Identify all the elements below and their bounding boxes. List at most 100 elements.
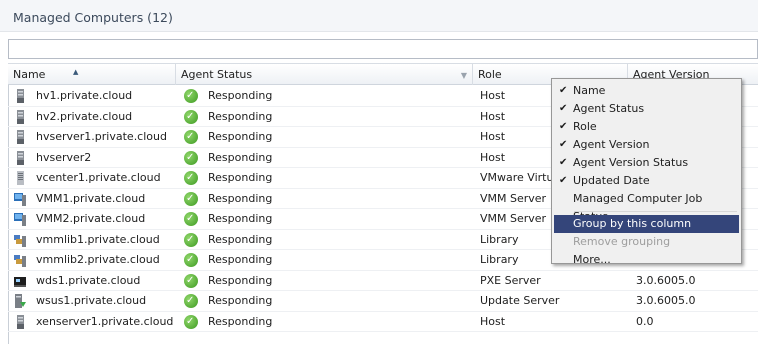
agent-status-text: Responding (208, 150, 273, 164)
computer-name: hv2.private.cloud (36, 109, 133, 123)
column-context-menu: ✔ Name ✔ Agent Status ✔ Role ✔ Agent Version ✔ Ag… (551, 78, 742, 266)
server-icon (14, 109, 26, 124)
update-server-icon (14, 294, 26, 308)
server-icon (14, 150, 26, 165)
computer-name: hvserver1.private.cloud (36, 130, 167, 143)
computer-name: hv1.private.cloud (36, 89, 133, 102)
menu-item-label: Name (573, 84, 606, 97)
role-text: Library (480, 253, 519, 266)
agent-status-text: Responding (208, 130, 273, 143)
menu-item-column-toggle[interactable]: ✔ Agent Status (554, 100, 739, 118)
menu-item-column-toggle[interactable]: ✔ Role (554, 118, 739, 136)
computer-name: wsus1.private.cloud (36, 294, 147, 307)
agent-version-text: 3.0.6005.0 (636, 294, 696, 307)
role-text: Host (480, 89, 506, 102)
responding-status-icon (184, 109, 198, 124)
server-icon (14, 314, 26, 329)
agent-version-text: 0.0 (636, 314, 654, 328)
agent-version-text: 3.0.6005.0 (636, 273, 696, 287)
menu-item-label: Role (573, 120, 597, 133)
table-row[interactable]: wds1.private.cloud Responding PXE Server 3.… (8, 271, 758, 291)
agent-status-text: Responding (208, 314, 273, 328)
role-text: VMM Server (480, 191, 547, 205)
column-header-name-label: Name (13, 68, 46, 81)
computer-name: xenserver1.private.cloud (36, 314, 174, 328)
responding-status-icon (184, 294, 198, 308)
server-icon (14, 89, 26, 103)
role-text: Library (480, 232, 519, 246)
responding-status-icon (184, 314, 198, 329)
menu-item-group-by-column[interactable]: Group by this column (554, 215, 739, 233)
agent-status-text: Responding (208, 232, 273, 246)
role-text: PXE Server (480, 273, 541, 287)
sort-ascending-icon: ▲ (73, 68, 79, 76)
table-row[interactable]: xenserver1.private.cloud Responding Host 0.… (8, 312, 758, 332)
computer-name: VMM2.private.cloud (36, 212, 146, 225)
checkmark-icon: ✔ (559, 175, 568, 186)
menu-item-more[interactable]: More... (554, 251, 739, 269)
agent-status-text: Responding (208, 89, 273, 102)
responding-status-icon (184, 171, 198, 185)
responding-status-icon (184, 89, 198, 103)
agent-status-text: Responding (208, 109, 273, 123)
checkmark-icon: ✔ (559, 103, 568, 114)
column-header-agent-status[interactable]: Agent Status ▼ (176, 64, 473, 85)
panel-title: Managed Computers (12) (13, 10, 173, 25)
column-header-agent-status-label: Agent Status (181, 68, 253, 81)
filter-input[interactable] (8, 39, 758, 59)
responding-status-icon (184, 130, 198, 144)
checkmark-icon: ✔ (559, 139, 568, 150)
menu-item-label: Group by this column (573, 217, 692, 230)
library-server-icon (14, 253, 26, 267)
menu-item-column-toggle[interactable]: ✔ Agent Version Status (554, 154, 739, 172)
role-text: Host (480, 150, 506, 164)
computer-name: wds1.private.cloud (36, 273, 141, 287)
computer-name: hvserver2 (36, 150, 92, 164)
column-header-role-label: Role (478, 68, 502, 81)
role-text: Host (480, 130, 506, 143)
pxe-server-icon (14, 274, 26, 288)
agent-status-text: Responding (208, 294, 273, 307)
agent-status-text: Responding (208, 212, 273, 225)
menu-separator (574, 211, 737, 212)
computer-name: vcenter1.private.cloud (36, 171, 161, 184)
checkmark-icon: ✔ (559, 157, 568, 168)
server-icon (14, 130, 26, 144)
responding-status-icon (184, 273, 198, 288)
vmm-server-icon (14, 212, 26, 226)
menu-item-label: Updated Date (573, 174, 650, 187)
computer-name: vmmlib2.private.cloud (36, 253, 160, 266)
role-text: Host (480, 109, 506, 123)
computer-name: VMM1.private.cloud (36, 191, 146, 205)
menu-item-column-toggle[interactable]: ✔ Name (554, 82, 739, 100)
menu-item-label: Agent Version (573, 138, 650, 151)
agent-status-text: Responding (208, 273, 273, 287)
role-text: VMM Server (480, 212, 547, 225)
computer-name: vmmlib1.private.cloud (36, 232, 160, 246)
responding-status-icon (184, 253, 198, 267)
menu-item-label: More... (573, 253, 611, 266)
column-header-name[interactable]: Name ▲ (8, 64, 176, 85)
checkmark-icon: ✔ (559, 121, 568, 132)
checkmark-icon: ✔ (559, 85, 568, 96)
responding-status-icon (184, 191, 198, 206)
panel-header: Managed Computers (12) (0, 0, 758, 32)
table-row[interactable]: wsus1.private.cloud Responding Update Serv… (8, 291, 758, 312)
menu-item-label: Agent Status (573, 102, 645, 115)
responding-status-icon (184, 150, 198, 165)
menu-item-label: Agent Version Status (573, 156, 689, 169)
vmm-server-icon (14, 192, 26, 206)
menu-item-column-toggle[interactable]: Managed Computer Job Status (554, 190, 739, 223)
role-text: Update Server (480, 294, 560, 307)
filter-dropdown-icon[interactable]: ▼ (461, 65, 467, 85)
menu-item-column-toggle[interactable]: ✔ Agent Version (554, 136, 739, 154)
menu-item-column-toggle[interactable]: ✔ Updated Date (554, 172, 739, 190)
library-server-icon (14, 233, 26, 247)
role-text: VMware Virtua (480, 171, 560, 184)
agent-status-text: Responding (208, 253, 273, 266)
agent-status-text: Responding (208, 171, 273, 184)
menu-item-remove-grouping: Remove grouping (554, 233, 739, 251)
responding-status-icon (184, 232, 198, 247)
menu-item-label: Remove grouping (573, 235, 671, 248)
responding-status-icon (184, 212, 198, 226)
